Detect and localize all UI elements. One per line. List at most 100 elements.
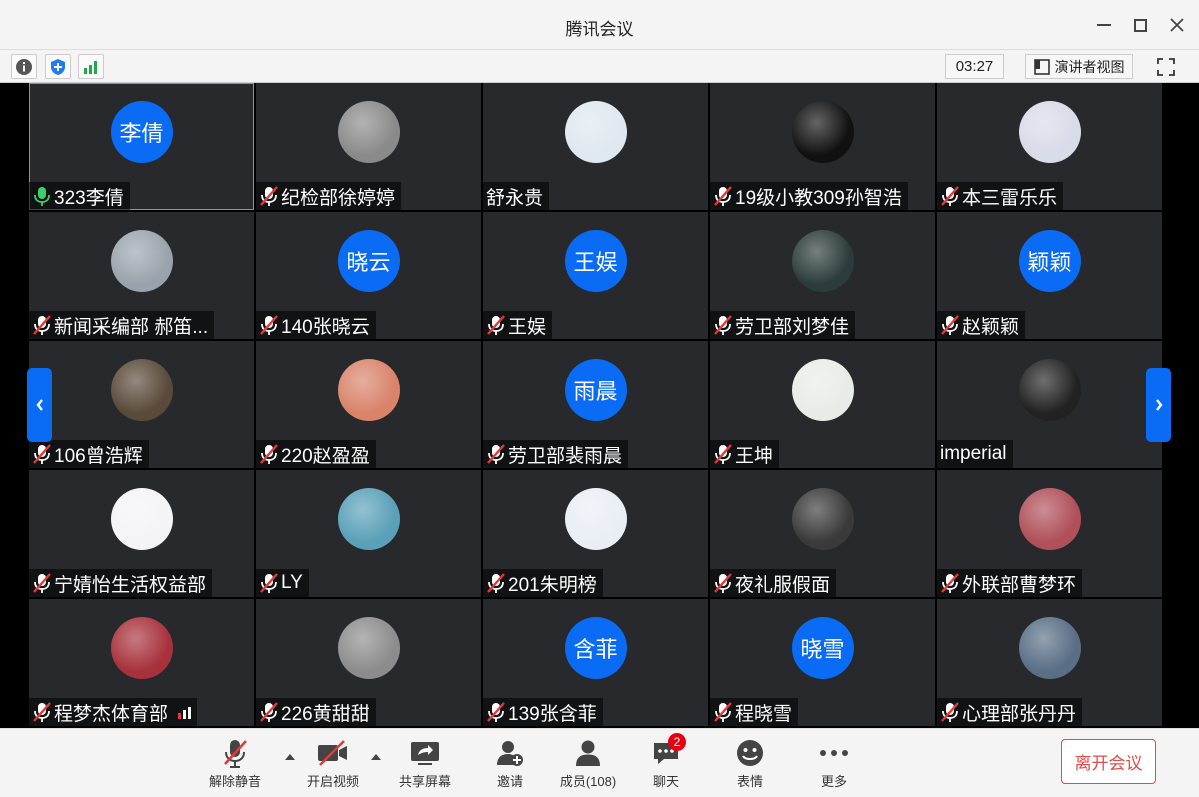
participant-nameplate: 140张晓云	[256, 311, 376, 339]
caret-up-icon	[371, 754, 381, 760]
start-video-button[interactable]: 开启视频	[305, 737, 361, 795]
members-button[interactable]: 成员(108)	[556, 737, 620, 795]
unmute-button[interactable]: 解除静音	[207, 737, 263, 795]
participant-tile[interactable]: 王娱 王娱	[483, 212, 708, 339]
participant-tile[interactable]: 夜礼服假面	[710, 470, 935, 597]
participant-tile[interactable]: 新闻采编部 郝笛...	[29, 212, 254, 339]
participant-tile[interactable]: 舒永贵	[483, 83, 708, 210]
title-bar: 腾讯会议	[0, 0, 1199, 50]
participant-tile[interactable]: 本三雷乐乐	[937, 83, 1162, 210]
meeting-info-button[interactable]	[11, 54, 37, 79]
participant-tile[interactable]: 纪检部徐婷婷	[256, 83, 481, 210]
security-button[interactable]	[45, 54, 71, 79]
participant-tile[interactable]: 含菲 139张含菲	[483, 599, 708, 726]
speaker-view-button[interactable]: 演讲者视图	[1025, 54, 1133, 79]
participant-nameplate: 王坤	[710, 440, 780, 468]
reactions-label: 表情	[736, 774, 763, 789]
meeting-toolbar: 解除静音 开启视频 共享屏幕 邀请 成员(108) 2 聊天 表情 更多 离开会…	[0, 728, 1199, 797]
participant-tile[interactable]: 晓雪 程晓雪	[710, 599, 935, 726]
participant-tile[interactable]: 劳卫部刘梦佳	[710, 212, 935, 339]
mic-muted-icon	[713, 443, 733, 465]
smiley-icon	[737, 740, 763, 766]
participant-tile[interactable]: 王坤	[710, 341, 935, 468]
participant-tile[interactable]: 226黄甜甜	[256, 599, 481, 726]
participant-tile[interactable]: 晓云 140张晓云	[256, 212, 481, 339]
fullscreen-button[interactable]	[1153, 54, 1178, 79]
participant-tile[interactable]: 李倩 323李倩	[29, 83, 254, 210]
participant-name: 王坤	[735, 445, 774, 467]
mic-muted-icon	[713, 185, 733, 207]
participant-name: 心理部张丹丹	[962, 703, 1077, 725]
share-screen-button[interactable]: 共享屏幕	[396, 737, 454, 795]
participant-nameplate: 宁婧怡生活权益部	[29, 569, 213, 597]
avatar	[110, 488, 173, 550]
participant-nameplate: 劳卫部刘梦佳	[710, 311, 856, 339]
participant-name: 106曾浩辉	[54, 445, 143, 467]
participant-name: 劳卫部刘梦佳	[735, 316, 850, 338]
add-person-icon	[497, 741, 523, 766]
participant-name: 舒永贵	[486, 187, 544, 209]
avatar	[1018, 617, 1081, 679]
more-button[interactable]: 更多	[818, 737, 850, 795]
participant-tile[interactable]: 颖颖赵颖颖	[937, 212, 1162, 339]
close-button[interactable]	[1164, 12, 1190, 38]
shield-icon	[51, 58, 65, 75]
participant-tile[interactable]: 220赵盈盈	[256, 341, 481, 468]
participant-tile[interactable]: LY	[256, 470, 481, 597]
mic-active-icon	[32, 185, 52, 207]
audio-options-caret[interactable]	[284, 749, 296, 760]
participant-nameplate: 外联部曹梦环	[937, 569, 1083, 597]
participant-name: 王娱	[508, 316, 547, 338]
participant-tile[interactable]: 外联部曹梦环	[937, 470, 1162, 597]
close-icon	[1170, 18, 1184, 32]
participant-tile[interactable]: 201朱明榜	[483, 470, 708, 597]
participant-name: 外联部曹梦环	[962, 574, 1077, 596]
participant-name: imperial	[940, 443, 1007, 464]
avatar: 王娱	[564, 230, 627, 292]
participant-tile[interactable]: 心理部张丹丹	[937, 599, 1162, 726]
avatar: 颖颖	[1018, 230, 1081, 292]
more-dots-icon	[820, 750, 848, 756]
participant-tile[interactable]: 宁婧怡生活权益部	[29, 470, 254, 597]
avatar	[110, 359, 173, 421]
invite-button[interactable]: 邀请	[494, 737, 526, 795]
next-page-button[interactable]	[1146, 368, 1171, 442]
reactions-button[interactable]: 表情	[734, 737, 766, 795]
camera-off-icon	[318, 740, 347, 766]
mic-muted-icon	[259, 185, 279, 207]
speaker-view-label: 演讲者视图	[1054, 58, 1125, 75]
participant-tile[interactable]: imperial	[937, 341, 1162, 468]
participant-name: 纪检部徐婷婷	[281, 187, 396, 209]
mic-muted-icon	[486, 314, 506, 336]
participant-name: 220赵盈盈	[281, 445, 370, 467]
participant-nameplate: 201朱明榜	[483, 569, 603, 597]
participant-tile[interactable]: 19级小教309孙智浩	[710, 83, 935, 210]
participant-name: 赵颖颖	[962, 316, 1020, 338]
participant-nameplate: 舒永贵	[483, 182, 550, 210]
maximize-button[interactable]	[1127, 12, 1153, 38]
participant-nameplate: 本三雷乐乐	[937, 182, 1064, 210]
minimize-button[interactable]	[1091, 12, 1117, 38]
mic-muted-icon	[940, 314, 960, 336]
avatar	[791, 230, 854, 292]
video-options-caret[interactable]	[370, 749, 382, 760]
avatar	[337, 101, 400, 163]
avatar: 雨晨	[564, 359, 627, 421]
network-status-button[interactable]	[78, 54, 104, 79]
mic-muted-icon	[32, 701, 52, 723]
previous-page-button[interactable]	[27, 368, 52, 442]
chat-button[interactable]: 2 聊天	[650, 733, 686, 795]
avatar	[791, 488, 854, 550]
start-video-label: 开启视频	[306, 774, 359, 789]
participant-tile[interactable]: 106曾浩辉	[29, 341, 254, 468]
leave-meeting-button[interactable]: 离开会议	[1061, 739, 1156, 784]
participant-nameplate: 新闻采编部 郝笛...	[29, 311, 215, 339]
participant-tile[interactable]: 雨晨劳卫部裴雨晨	[483, 341, 708, 468]
avatar	[1018, 488, 1081, 550]
mic-muted-icon	[32, 314, 52, 336]
participant-nameplate: 劳卫部裴雨晨	[483, 440, 629, 468]
participant-tile[interactable]: 程梦杰体育部	[29, 599, 254, 726]
participant-nameplate: 106曾浩辉	[29, 440, 149, 468]
avatar	[564, 101, 627, 163]
participant-name: 程梦杰体育部	[54, 703, 169, 725]
